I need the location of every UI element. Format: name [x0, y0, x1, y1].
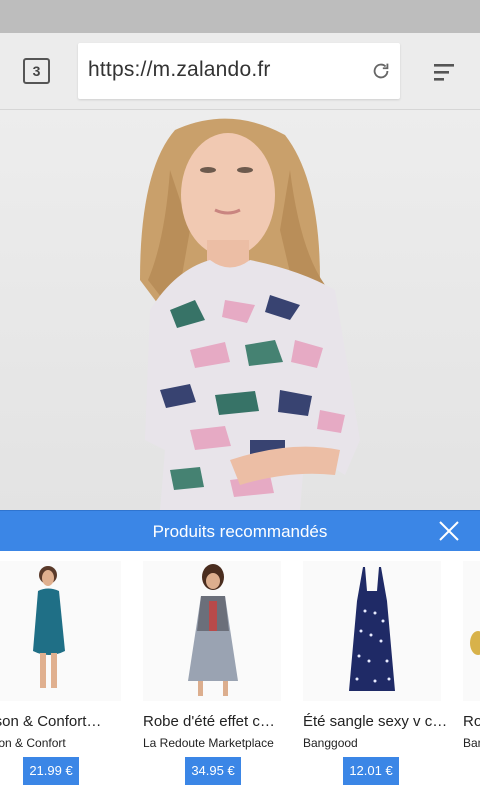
- product-carousel[interactable]: aison & Confort… aison & Confort 21.99 €…: [0, 551, 480, 791]
- product-store: aison & Confort: [0, 736, 66, 750]
- product-price[interactable]: 34.95 €: [185, 757, 241, 785]
- product-image[interactable]: [303, 561, 441, 701]
- product-card[interactable]: aison & Confort… aison & Confort 21.99 €: [0, 561, 128, 785]
- product-name: Robe d'été effet c…: [143, 713, 275, 730]
- product-store: La Redoute Marketplace: [143, 736, 274, 750]
- product-store: Ban: [463, 736, 480, 750]
- product-card[interactable]: Ro Ban: [463, 561, 480, 781]
- status-bar: [0, 0, 480, 33]
- product-name: aison & Confort…: [0, 713, 102, 730]
- url-bar[interactable]: https://m.zalando.fr: [78, 43, 400, 99]
- close-icon[interactable]: [438, 520, 460, 542]
- product-store: Banggood: [303, 736, 358, 750]
- product-name: Été sangle sexy v c…: [303, 713, 448, 730]
- product-name: Ro: [463, 713, 480, 730]
- recommendations-title: Produits recommandés: [152, 522, 328, 541]
- product-image[interactable]: [0, 561, 121, 701]
- product-card[interactable]: Été sangle sexy v c… Banggood 12.01 €: [303, 561, 448, 785]
- product-price[interactable]: 21.99 €: [23, 757, 79, 785]
- url-text[interactable]: https://m.zalando.fr: [88, 58, 271, 82]
- browser-toolbar: 3 https://m.zalando.fr: [0, 33, 480, 110]
- recommendations-header: Produits recommandés: [0, 510, 480, 551]
- product-image[interactable]: [463, 561, 480, 701]
- product-card[interactable]: Robe d'été effet c… La Redoute Marketpla…: [143, 561, 288, 785]
- reload-icon[interactable]: [370, 60, 392, 82]
- tab-switcher-button[interactable]: 3: [23, 58, 50, 84]
- menu-icon[interactable]: [432, 61, 456, 83]
- hero-product-image[interactable]: [0, 110, 480, 510]
- product-image[interactable]: [143, 561, 281, 701]
- product-price[interactable]: 12.01 €: [343, 757, 399, 785]
